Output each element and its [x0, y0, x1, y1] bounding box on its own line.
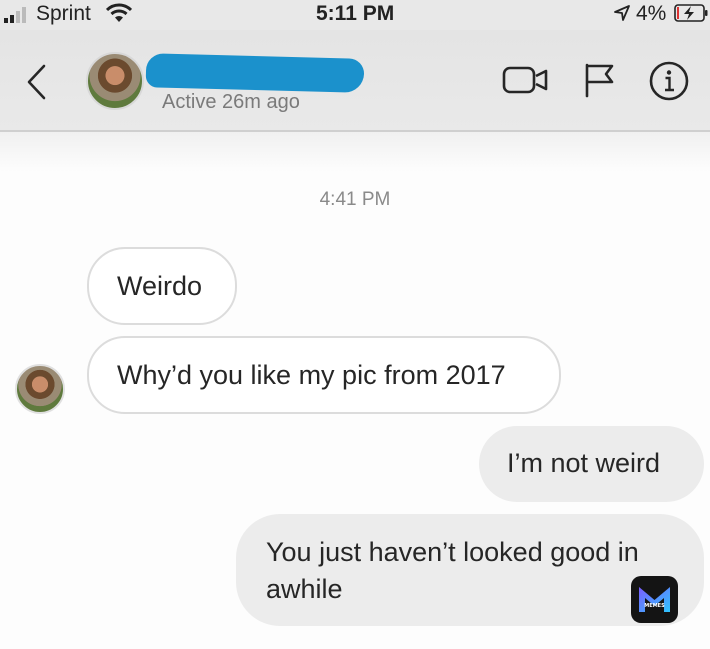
- memes-logo-icon: MEMES: [631, 576, 678, 623]
- message-bubble-outgoing[interactable]: I’m not weird: [479, 426, 704, 502]
- wifi-icon: [106, 3, 132, 22]
- dm-screen: Sprint 5:11 PM 4% Active 26m ago 4:41 PM…: [0, 0, 710, 649]
- back-chevron-icon[interactable]: [24, 62, 48, 102]
- signal-icon: [4, 7, 26, 23]
- status-time: 5:11 PM: [316, 2, 395, 25]
- header-shadow: [0, 132, 710, 172]
- video-call-icon[interactable]: [502, 62, 548, 98]
- message-bubble-incoming[interactable]: Weirdo: [87, 247, 237, 325]
- battery-percent: 4%: [636, 2, 667, 25]
- message-timestamp: 4:41 PM: [319, 189, 391, 210]
- memes-logo-mark: MEMES: [639, 587, 670, 612]
- status-bar: Sprint 5:11 PM 4%: [0, 0, 710, 30]
- location-arrow-icon: [614, 5, 630, 21]
- watermark-label: MEMES: [644, 603, 665, 609]
- presence-status: Active 26m ago: [162, 91, 300, 113]
- battery-charging-icon: [674, 4, 708, 22]
- sender-avatar[interactable]: [15, 364, 65, 414]
- message-bubble-incoming[interactable]: Why’d you like my pic from 2017: [87, 336, 561, 414]
- info-icon[interactable]: [648, 60, 690, 102]
- conversation-header: Active 26m ago: [0, 30, 710, 132]
- contact-avatar[interactable]: [86, 52, 144, 110]
- flag-icon[interactable]: [578, 62, 624, 98]
- redacted-contact-name: [145, 53, 365, 93]
- carrier-name: Sprint: [36, 2, 91, 25]
